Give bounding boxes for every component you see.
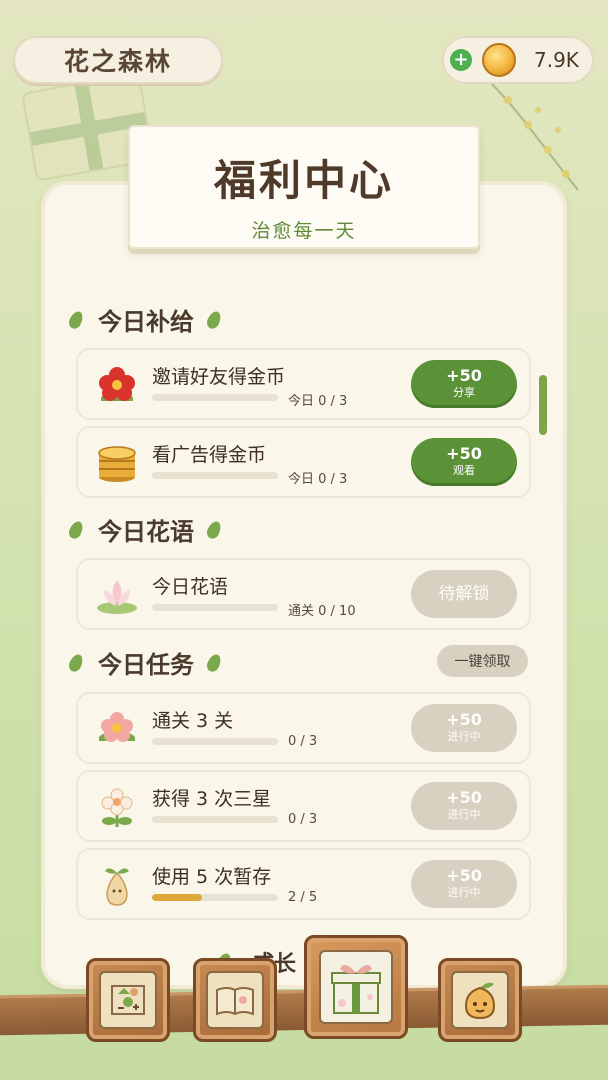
in-progress-button[interactable]: +50 进行中 [411,782,517,830]
header-card: 福利中心 治愈每一天 [128,125,480,249]
map-icon [99,971,157,1029]
task-name: 获得 3 次三星 [152,788,272,810]
reward-amount: +50 [446,366,482,385]
share-button[interactable]: +50 分享 [411,360,517,408]
section-title: 今日花语 [98,518,194,546]
section-daily-flower-words: 今日花语 [66,512,224,547]
task-row-three-stars: 获得 3 次三星 0 / 3 +50 进行中 [76,770,531,842]
gift-box-icon [319,950,393,1024]
button-label: 观看 [453,464,475,477]
progress-bar [152,738,278,745]
section-title: 今日补给 [98,308,194,336]
button-label: 进行中 [447,730,481,743]
nav-book-button[interactable] [193,958,277,1042]
progress-bar [152,604,278,611]
seed-face-icon [451,971,509,1029]
reward-amount: +50 [446,788,482,807]
progress-fill [152,894,203,901]
button-label: 待解锁 [438,584,490,604]
locked-button[interactable]: 待解锁 [411,570,517,618]
task-row-use-storage: 使用 5 次暂存 2 / 5 +50 进行中 [76,848,531,920]
task-name: 通关 3 关 [152,710,234,732]
progress-text: 通关 0 / 10 [288,604,356,619]
section-daily-tasks: 今日任务 [66,645,224,680]
coin-icon [482,43,516,77]
reward-amount: +50 [446,444,482,463]
page-title: 福利中心 [213,156,394,205]
flower-bunch-icon [94,784,140,830]
in-progress-button[interactable]: +50 进行中 [411,704,517,752]
progress-text: 0 / 3 [288,734,318,749]
background-vine-decoration [487,79,579,191]
task-name: 看广告得金币 [152,444,267,466]
task-row-invite: 邀请好友得金币 今日 0 / 3 +50 分享 [76,348,531,420]
task-row-flower-words: 今日花语 通关 0 / 10 待解锁 [76,558,531,630]
progress-bar [152,816,278,823]
coin-value: 7.9K [534,48,579,72]
in-progress-button[interactable]: +50 进行中 [411,860,517,908]
app-title: 花之森林 [63,47,172,76]
progress-bar [152,894,278,901]
progress-bar [152,472,278,479]
scrollbar-thumb[interactable] [539,375,547,435]
nav-map-button[interactable] [86,958,170,1042]
nav-gift-button[interactable] [304,935,408,1039]
page-subtitle: 治愈每一天 [251,220,357,242]
coin-balance[interactable]: + 7.9K [442,36,594,84]
red-flower-icon [94,362,140,408]
section-daily-supply: 今日补给 [66,302,224,337]
task-name: 今日花语 [152,576,229,598]
button-label: 进行中 [447,808,481,821]
nav-seed-button[interactable] [438,958,522,1042]
lotus-icon [94,572,140,618]
leaf-icon [66,651,86,674]
scrollbar-track[interactable] [539,375,547,955]
coin-stack-icon [94,440,140,486]
task-name: 使用 5 次暂存 [152,866,272,888]
reward-amount: +50 [446,710,482,729]
progress-bar [152,394,278,401]
section-title: 今日任务 [98,651,194,679]
pear-seed-icon [94,862,140,908]
progress-text: 今日 0 / 3 [288,394,348,409]
watch-ad-button[interactable]: +50 观看 [411,438,517,486]
pink-flower-icon [94,706,140,752]
task-row-watch-ad: 看广告得金币 今日 0 / 3 +50 观看 [76,426,531,498]
progress-text: 2 / 5 [288,890,318,905]
reward-amount: +50 [446,866,482,885]
book-icon [206,971,264,1029]
progress-text: 今日 0 / 3 [288,472,348,487]
button-label: 进行中 [447,886,481,899]
leaf-icon [66,518,86,541]
task-name: 邀请好友得金币 [152,366,286,388]
button-label: 分享 [453,386,475,399]
leaf-icon [66,308,86,331]
app-title-plate: 花之森林 [13,36,223,84]
progress-text: 0 / 3 [288,812,318,827]
task-row-clear-levels: 通关 3 关 0 / 3 +50 进行中 [76,692,531,764]
plus-icon[interactable]: + [450,49,472,71]
claim-all-button[interactable]: 一键领取 [437,645,528,677]
